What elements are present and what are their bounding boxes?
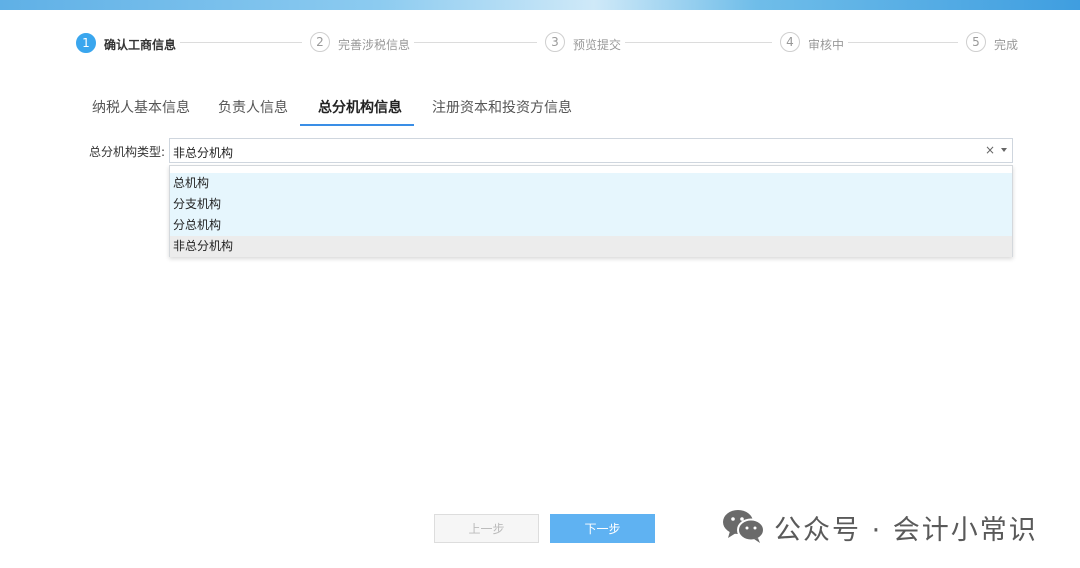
step-connector [625,42,772,43]
tab-bar: 纳税人基本信息 负责人信息 总分机构信息 注册资本和投资方信息 [0,95,1080,127]
step-connector [180,42,302,43]
tab-head-branch-info[interactable]: 总分机构信息 [318,95,402,125]
step-3-circle: 3 [545,32,565,52]
step-2-label: 完善涉税信息 [338,38,411,52]
step-progress: 1 确认工商信息 2 完善涉税信息 3 预览提交 4 审核中 5 完成 [0,0,1080,70]
step-2-circle: 2 [310,32,330,52]
dropdown-option-head-org[interactable]: 总机构 [170,173,1012,194]
step-1-label: 确认工商信息 [104,38,177,52]
clear-icon[interactable]: × [985,143,995,157]
chevron-down-icon[interactable] [1001,148,1007,152]
org-type-select[interactable]: 非总分机构 × [169,138,1013,163]
step-4-label: 审核中 [808,38,845,52]
next-step-button[interactable]: 下一步 [550,514,655,543]
wechat-icon [723,510,765,543]
tab-responsible-person-info[interactable]: 负责人信息 [218,95,288,125]
step-5-label: 完成 [994,38,1019,52]
dropdown-option-branch-org[interactable]: 分支机构 [170,194,1012,215]
step-connector [848,42,958,43]
org-type-dropdown: 总机构 分支机构 分总机构 非总分机构 [169,165,1013,257]
step-3-label: 预览提交 [573,38,622,52]
step-4-circle: 4 [780,32,800,52]
watermark-text: 公众号 · 会计小常识 [774,515,1038,546]
dropdown-option-non-head-branch[interactable]: 非总分机构 [170,236,1012,257]
tab-registered-capital-investor-info[interactable]: 注册资本和投资方信息 [432,95,572,125]
step-1-circle: 1 [76,33,96,53]
tab-taxpayer-basic-info[interactable]: 纳税人基本信息 [92,95,190,125]
step-5-circle: 5 [966,32,986,52]
step-connector [414,42,537,43]
prev-step-button[interactable]: 上一步 [434,514,539,543]
dropdown-option-sub-head-org[interactable]: 分总机构 [170,215,1012,236]
org-type-selected-value: 非总分机构 [173,146,234,160]
org-type-label: 总分机构类型: [89,145,166,159]
active-tab-indicator [300,124,414,126]
